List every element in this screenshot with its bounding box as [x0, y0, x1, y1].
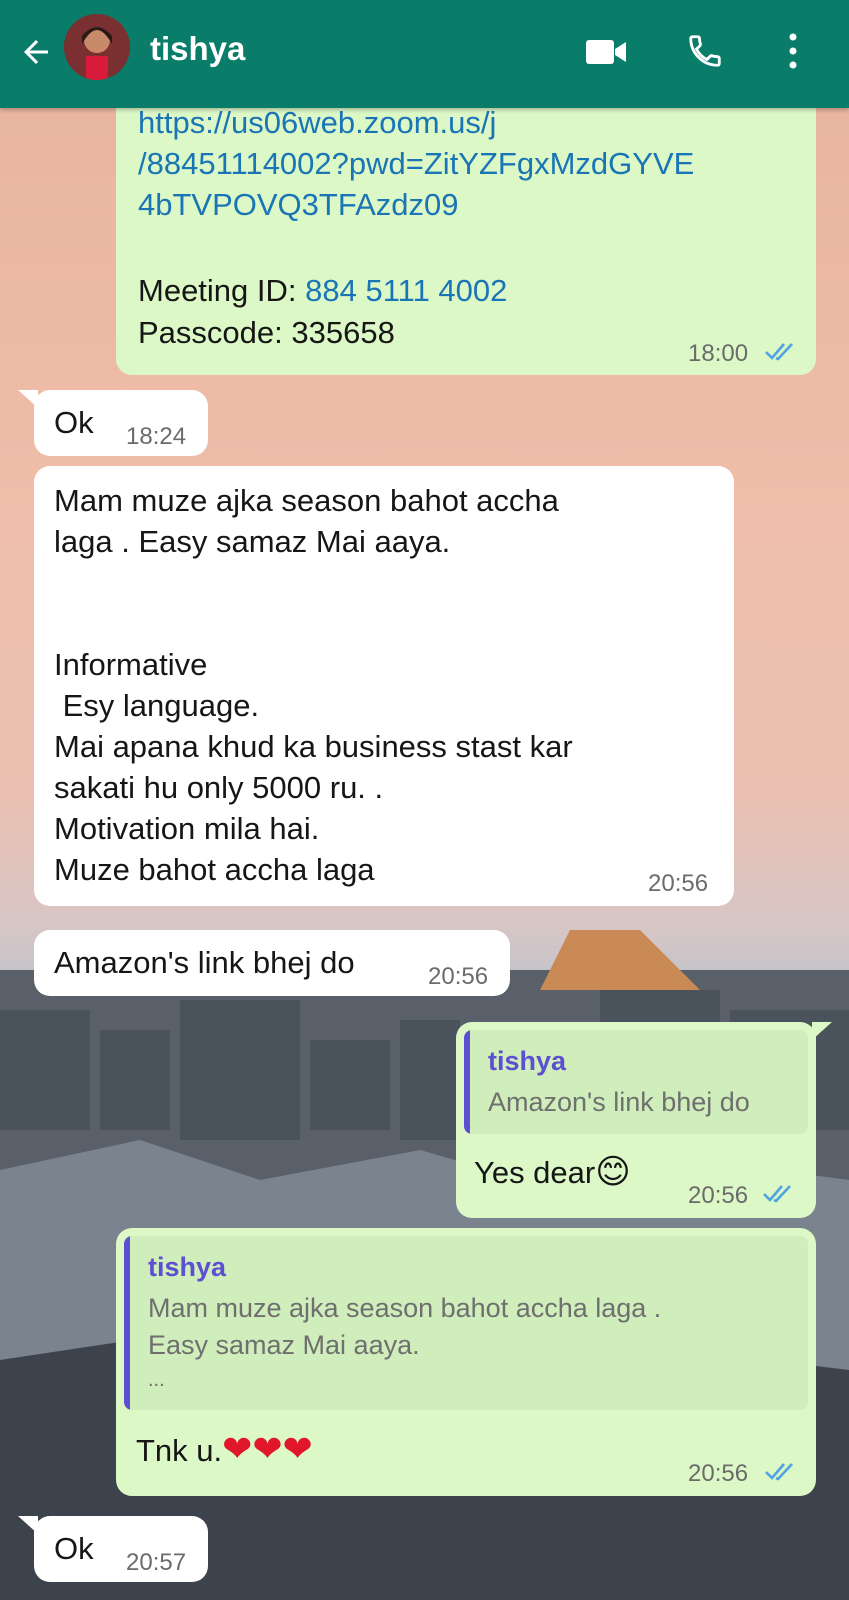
message-outgoing-yes-dear[interactable]: tishya Amazon's link bhej do Yes dear😊 2…: [456, 1022, 816, 1218]
video-call-icon[interactable]: [584, 36, 628, 68]
meeting-id-line: Meeting ID: 884 5111 4002: [138, 270, 507, 311]
feedback-line-3: Informative: [54, 647, 208, 682]
feedback-line-4: Esy language.: [54, 688, 260, 723]
feedback-line-1: Mam muze ajka season bahot accha: [54, 483, 559, 518]
feedback-line-2: laga . Easy samaz Mai aaya.: [54, 524, 451, 559]
message-incoming-ok-2[interactable]: Ok 20:57: [34, 1516, 208, 1582]
passcode-line: Passcode: 335658: [138, 315, 395, 350]
message-outgoing-thank-you[interactable]: tishya Mam muze ajka season bahot accha …: [116, 1228, 816, 1496]
quote-accent-bar: [124, 1236, 130, 1410]
message-text-content: Tnk u.: [136, 1433, 223, 1468]
message-text: Amazon's link bhej do: [54, 945, 355, 980]
meeting-id-label: Meeting ID:: [138, 273, 306, 308]
feedback-line-6: sakati hu only 5000 ru. .: [54, 770, 384, 805]
message-time: 20:56: [428, 963, 489, 990]
heart-emoji-icons: ❤❤❤: [222, 1428, 313, 1469]
message-time: 18:00: [688, 340, 749, 367]
message-time: 20:57: [126, 1549, 187, 1576]
message-incoming-ok-1[interactable]: Ok 18:24: [34, 390, 208, 456]
message-text-content: Yes dear: [474, 1155, 596, 1190]
message-time: 20:56: [688, 1460, 749, 1487]
message-incoming-amazon[interactable]: Amazon's link bhej do 20:56: [34, 930, 510, 996]
bubble-tail: [18, 390, 38, 408]
quote-text-line-3: ...: [148, 1369, 165, 1391]
message-text: Ok: [54, 405, 94, 440]
contact-avatar[interactable]: [64, 14, 130, 80]
read-ticks-icon: [763, 1185, 791, 1203]
bubble-tail: [812, 1022, 832, 1040]
message-time: 20:56: [688, 1182, 749, 1209]
more-vert-icon[interactable]: [786, 30, 800, 72]
meeting-id-link[interactable]: 884 5111 4002: [305, 273, 507, 308]
phone-icon[interactable]: [686, 32, 724, 70]
bubble-tail: [18, 1516, 38, 1534]
read-ticks-icon: [765, 1463, 793, 1481]
quoted-message[interactable]: tishya Mam muze ajka season bahot accha …: [124, 1236, 808, 1410]
quote-accent-bar: [464, 1030, 470, 1134]
message-text: Yes dear😊: [474, 1152, 631, 1193]
zoom-link-line-2[interactable]: /88451114002?pwd=ZitYZFgxMzdGYVE: [138, 143, 694, 184]
smile-emoji-icon: 😊: [595, 1153, 631, 1191]
feedback-line-5: Mai apana khud ka business stast kar: [54, 729, 573, 764]
zoom-link-line-1[interactable]: https://us06web.zoom.us/j: [138, 102, 496, 143]
feedback-line-8: Muze bahot accha laga: [54, 852, 375, 887]
quote-sender: tishya: [488, 1046, 567, 1076]
message-time: 18:24: [126, 423, 187, 450]
back-arrow-icon[interactable]: [18, 34, 54, 70]
read-ticks-icon: [765, 343, 793, 361]
contact-name[interactable]: tishya: [150, 30, 245, 68]
quoted-message[interactable]: tishya Amazon's link bhej do: [464, 1030, 808, 1134]
zoom-link-line-3[interactable]: 4bTVPOVQ3TFAzdz09: [138, 184, 458, 225]
chat-header: tishya: [0, 0, 849, 108]
message-outgoing-zoom[interactable]: https://us06web.zoom.us/j /88451114002?p…: [116, 80, 816, 375]
message-incoming-feedback[interactable]: Mam muze ajka season bahot accha laga . …: [34, 466, 734, 906]
quote-sender: tishya: [148, 1252, 227, 1282]
message-text: Tnk u.❤❤❤: [136, 1428, 313, 1471]
message-text: Ok: [54, 1531, 94, 1566]
feedback-line-7: Motivation mila hai.: [54, 811, 320, 846]
quote-text-line-2: Easy samaz Mai aaya.: [148, 1330, 420, 1360]
quote-text: Amazon's link bhej do: [488, 1087, 750, 1117]
quote-text-line-1: Mam muze ajka season bahot accha laga .: [148, 1293, 662, 1323]
message-time: 20:56: [648, 870, 709, 897]
